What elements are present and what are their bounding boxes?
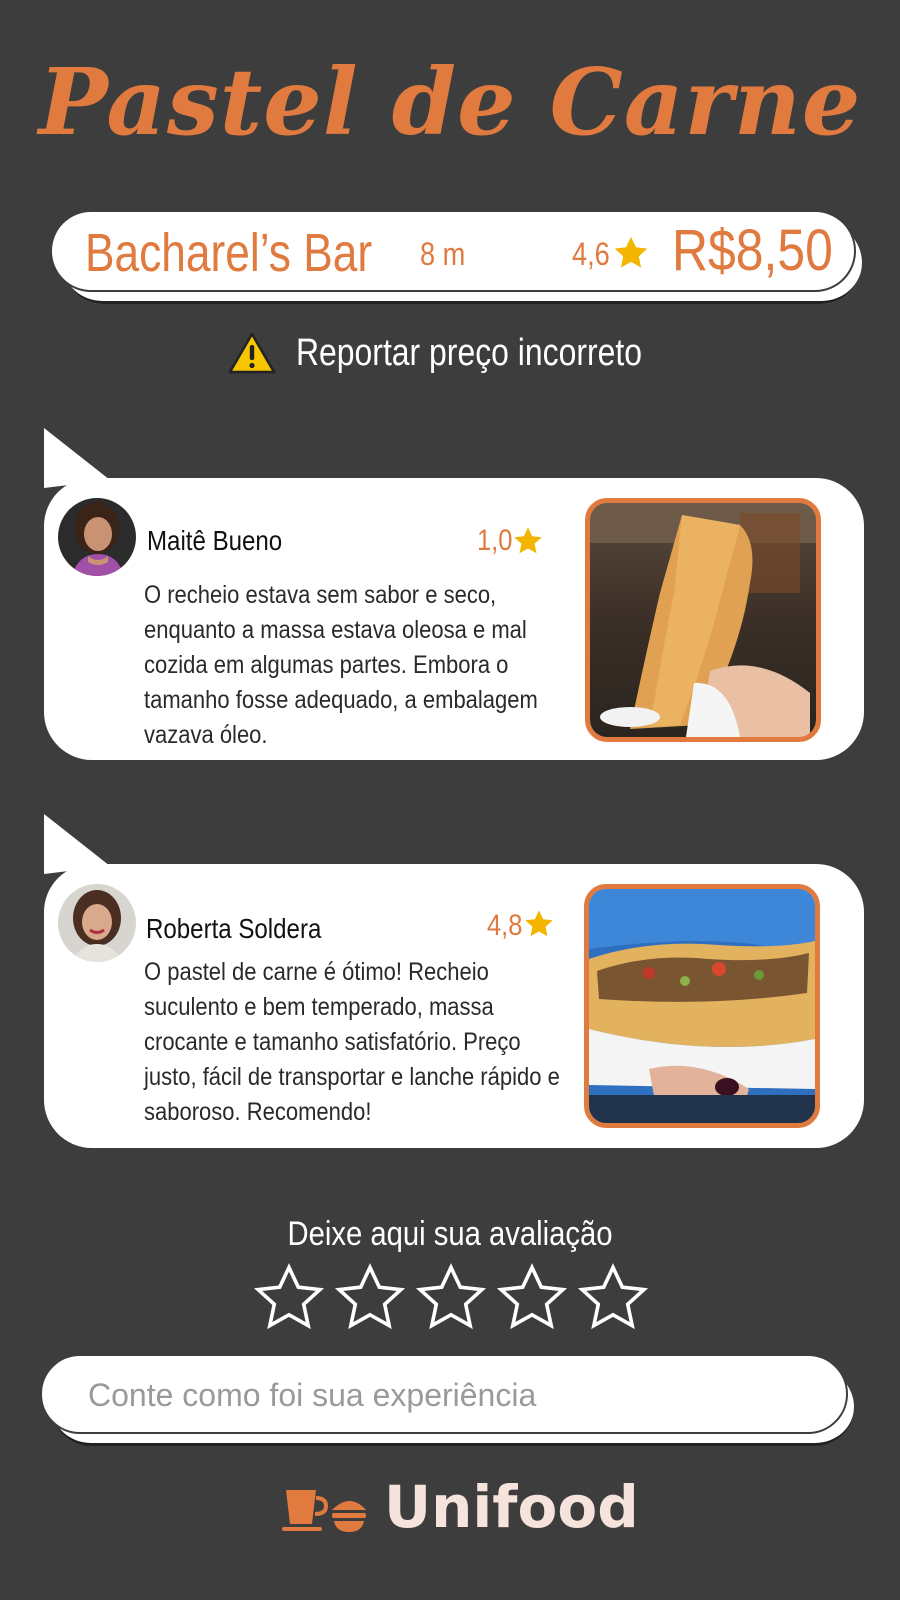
star-icon (514, 527, 542, 554)
unifood-logo-icon (282, 1490, 366, 1532)
avatar-photo (58, 498, 136, 576)
page-title: Pastel de Carne (38, 48, 862, 156)
review-text: O pastel de carne é ótimo! Recheio sucul… (144, 958, 560, 1126)
warning-icon[interactable] (228, 332, 276, 374)
review-photo[interactable] (585, 498, 821, 742)
pastel-photo (590, 503, 816, 737)
leave-review-title: Deixe aqui sua avaliação (287, 1215, 613, 1253)
rate-star-1-icon[interactable] (253, 1262, 325, 1334)
report-price-link[interactable]: Reportar preço incorreto (296, 328, 642, 378)
reviewer-name: Roberta Soldera (146, 913, 322, 944)
shop-distance: 8 m (420, 236, 466, 272)
experience-input[interactable] (88, 1370, 808, 1420)
brand-name: Unifood (384, 1473, 639, 1541)
reviewer-name: Maitê Bueno (147, 525, 283, 556)
review-photo[interactable] (584, 884, 820, 1128)
review-rating: 1,0 (477, 524, 513, 557)
rate-star-4-icon[interactable] (496, 1262, 568, 1334)
rate-star-5-icon[interactable] (577, 1262, 649, 1334)
avatar (58, 884, 136, 962)
experience-field (40, 1354, 848, 1434)
star-icon (614, 236, 648, 268)
shop-rating: 4,6 (572, 236, 610, 272)
avatar-photo (58, 884, 136, 962)
star-icon (525, 910, 553, 937)
rate-star-3-icon[interactable] (415, 1262, 487, 1334)
rate-star-2-icon[interactable] (334, 1262, 406, 1334)
review-rating: 4,8 (487, 909, 523, 942)
shop-price: R$8,50 (672, 218, 833, 283)
avatar (58, 498, 136, 576)
shop-name[interactable]: Bacharel’s Bar (85, 218, 372, 288)
review-text: O recheio estava sem sabor e seco, enqua… (144, 581, 538, 749)
pastel-photo (589, 889, 815, 1123)
